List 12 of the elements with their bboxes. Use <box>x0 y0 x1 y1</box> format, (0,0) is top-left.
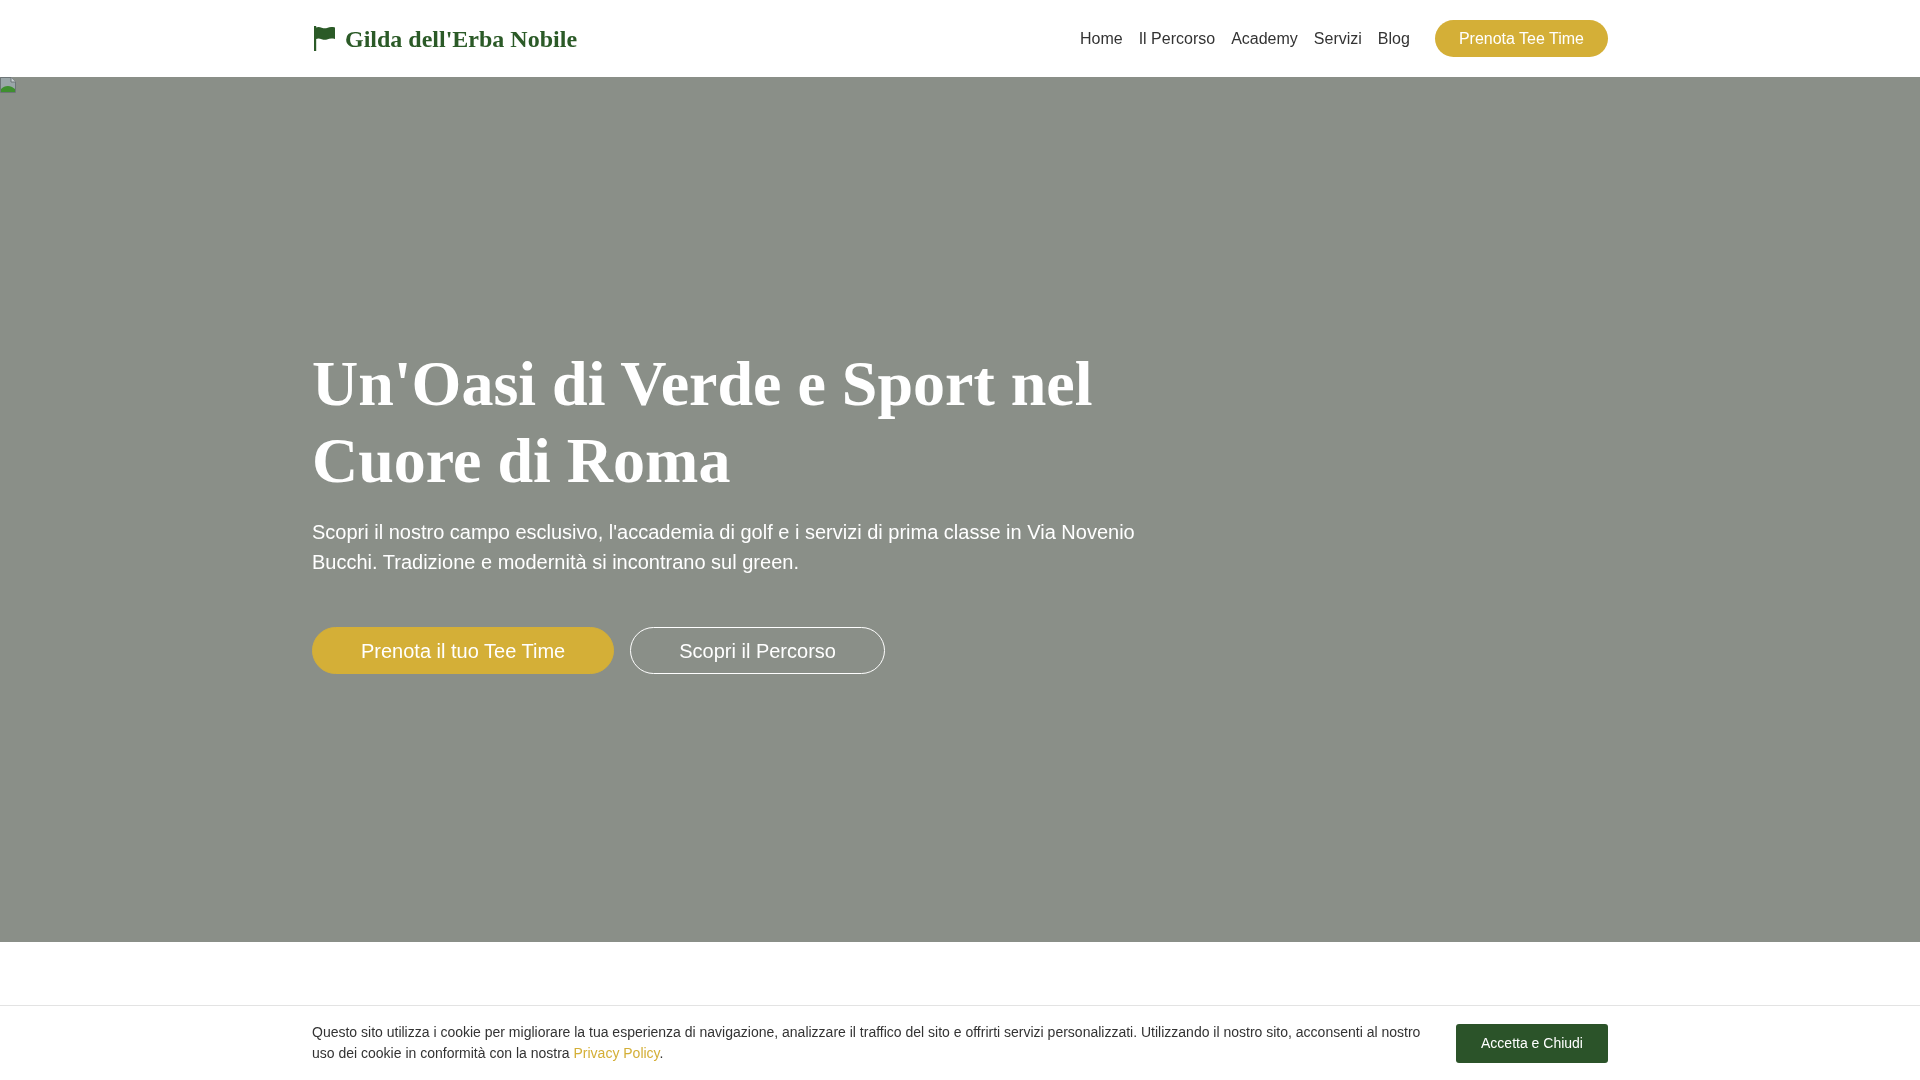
accept-cookies-button[interactable]: Accetta e Chiudi <box>1456 1023 1608 1063</box>
nav-link[interactable]: Blog <box>1377 30 1410 47</box>
hero-heading: Un'Oasi di Verde e Sport nel Cuore di Roma <box>312 347 1094 498</box>
site-logo-text[interactable]: Gilda dell'Erba Nobile <box>345 26 578 51</box>
cookie-notice-text: Questo sito utilizza i cookie per migliorare la tua esperienza di navigazione, analizzare il traffico del sito e offrirti servizi personalizzati. Utilizzando il nostro sito, acconsenti al nostro uso dei cookie in conformità con la nostra Privacy Policy. <box>312 1023 1422 1063</box>
nav-link[interactable]: Home <box>1080 30 1123 47</box>
flag-icon <box>314 26 335 51</box>
nav-link[interactable]: Il Percorso <box>1138 30 1216 47</box>
broken-image-icon <box>0 77 16 93</box>
hero-description: Scopri il nostro campo esclusivo, l'accademia di golf e i servizi di prima classe in Via Novenio Bucchi. Tradizione e modernità si incontrano sul green. <box>312 520 1136 575</box>
nav-link[interactable]: Servizi <box>1313 30 1362 47</box>
nav-link[interactable]: Academy <box>1231 30 1298 47</box>
